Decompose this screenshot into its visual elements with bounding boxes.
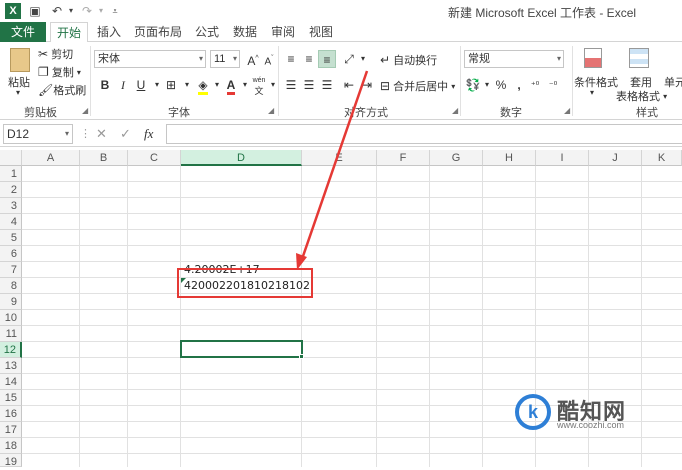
coozhi-logo-icon: k bbox=[515, 394, 551, 430]
watermark: k 酷知网 www.coozhi.com bbox=[515, 392, 665, 434]
watermark-url: www.coozhi.com bbox=[557, 420, 625, 430]
